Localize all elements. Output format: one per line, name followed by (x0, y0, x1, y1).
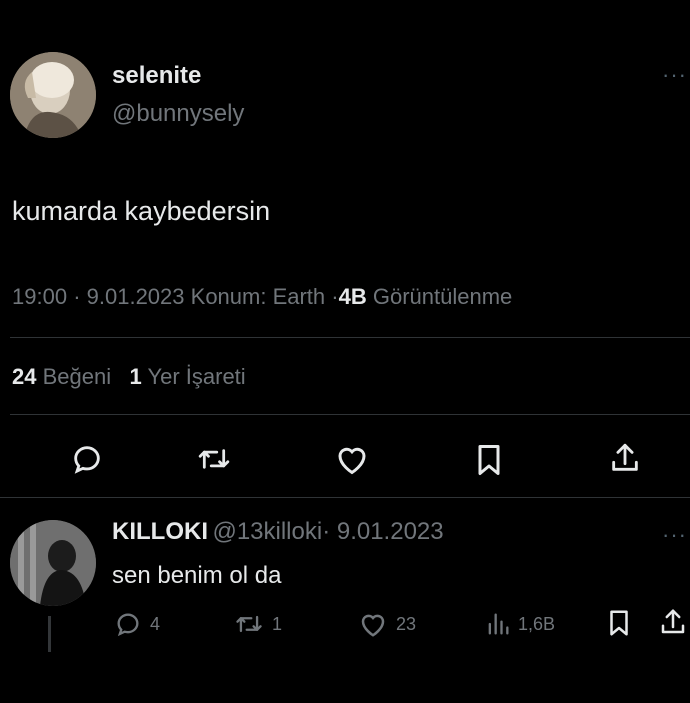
reply-share-button[interactable] (658, 606, 690, 643)
views-count: 4B (338, 284, 367, 309)
bookmark-button[interactable] (474, 442, 504, 478)
reply-header: KILLOKI @13killoki· 9.01.2023 (112, 518, 444, 546)
reply-retweet-count: 1 (272, 613, 283, 634)
share-icon (661, 609, 685, 634)
divider (10, 337, 690, 338)
reply-handle[interactable]: @13killoki (212, 518, 322, 545)
divider (0, 497, 690, 498)
tweet-text: kumarda kaybedersin (12, 196, 271, 226)
reply-icon (74, 446, 100, 474)
reply-like-count: 23 (396, 613, 417, 634)
tweet-meta: 19:00 · 9.01.2023 Konum: Earth ·4B Görün… (12, 284, 512, 310)
bookmark-icon (478, 445, 500, 475)
views-icon (488, 613, 509, 635)
likes-stat[interactable]: 24 Beğeni (12, 364, 111, 389)
tweet-location: Konum: Earth (190, 284, 326, 309)
reply-bookmark-button[interactable] (606, 608, 632, 643)
retweet-icon (236, 615, 262, 633)
retweet-icon (198, 449, 230, 469)
retweet-button[interactable] (196, 442, 232, 476)
reply-views-button[interactable]: 1,6B (484, 610, 555, 638)
meta-separator: · (73, 284, 81, 309)
bookmarks-label: Yer İşareti (147, 364, 246, 389)
meta-separator: · (331, 284, 339, 309)
author-handle[interactable]: @bunnysely (112, 100, 244, 128)
tweet-time[interactable]: 19:00 (12, 284, 67, 309)
divider (10, 414, 690, 415)
reply-icon (117, 613, 139, 637)
author-display-name[interactable]: selenite (112, 62, 201, 90)
share-button[interactable] (608, 440, 642, 476)
reply-text: sen benim ol da (112, 562, 282, 589)
reply-button[interactable] (70, 442, 104, 476)
author-avatar[interactable] (10, 52, 96, 138)
reply-retweet-button[interactable]: 1 (234, 610, 282, 638)
heart-icon (361, 614, 385, 637)
tweet-stats: 24 Beğeni 1 Yer İşareti (12, 364, 246, 390)
bookmarks-count: 1 (129, 364, 142, 389)
tweet-date[interactable]: 9.01.2023 (87, 284, 185, 309)
likes-label: Beğeni (42, 364, 112, 389)
reply-more-options-button[interactable]: ··· (662, 524, 687, 546)
reply-date[interactable]: · 9.01.2023 (322, 518, 443, 545)
heart-icon (338, 447, 366, 475)
reply-author-avatar[interactable] (10, 520, 96, 606)
like-button[interactable] (334, 442, 370, 476)
bookmark-icon (610, 610, 628, 636)
reply-reply-count: 4 (150, 613, 161, 634)
reply-reply-button[interactable]: 4 (114, 610, 160, 638)
likes-count: 24 (12, 364, 37, 389)
reply-display-name[interactable]: KILLOKI (112, 518, 208, 545)
bookmarks-stat[interactable]: 1 Yer İşareti (129, 364, 245, 389)
share-icon (612, 443, 638, 471)
views-label: Görüntülenme (372, 284, 513, 309)
thread-line (48, 616, 51, 652)
reply-like-button[interactable]: 23 (358, 610, 416, 638)
more-options-button[interactable]: ··· (662, 64, 687, 86)
reply-views-count: 1,6B (518, 613, 556, 634)
